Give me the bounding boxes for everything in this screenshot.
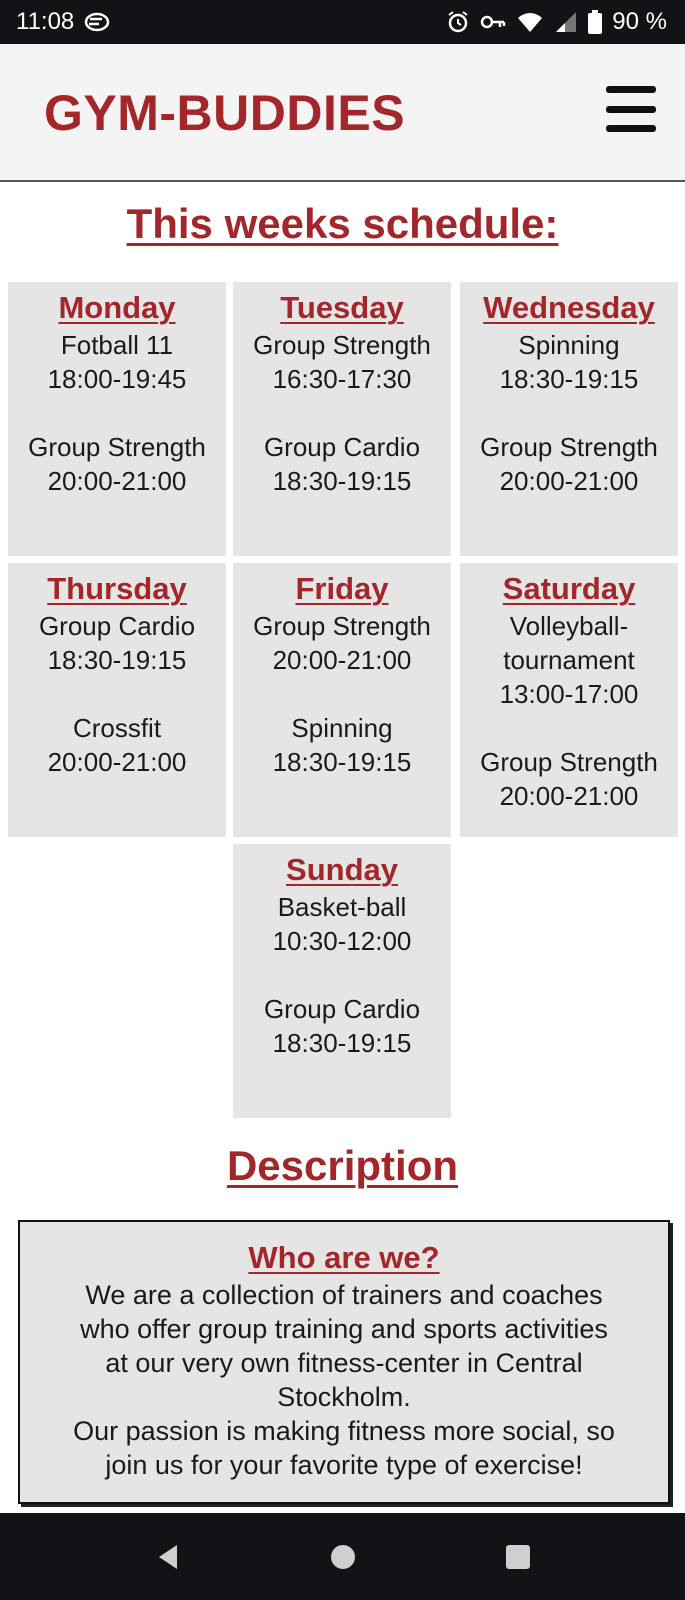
time-text: 18:30-19:15 [272,466,412,496]
day-link[interactable]: Thursday [8,569,226,609]
day-link[interactable]: Monday [8,288,226,328]
cast-icon [84,12,110,32]
time-text: 10:30-12:00 [272,926,412,956]
day-link[interactable]: Saturday [460,569,678,609]
time-text: 13:00-17:00 [499,679,639,709]
time-text: 18:30-19:15 [47,645,187,675]
activity-text: Group Strength [480,747,658,777]
signal-icon [554,11,578,33]
wifi-icon [516,11,544,33]
description-line: We are a collection of trainers and coac… [85,1280,603,1310]
time-text: 20:00-21:00 [499,466,639,496]
time-text: 16:30-17:30 [272,364,412,394]
description-box: Who are we? We are a collection of train… [18,1220,670,1504]
activity-text: Group Cardio [263,432,421,462]
system-nav-bar [0,1513,685,1600]
activity-text: Group Strength [28,432,206,462]
activity-text: Group Strength [480,432,658,462]
day-link[interactable]: Friday [233,569,451,609]
activity-text: tournament [503,645,635,675]
day-card-monday: Monday Fotball 11 18:00-19:45 Group Stre… [8,282,226,556]
day-link[interactable]: Sunday [233,850,451,890]
day-card-thursday: Thursday Group Cardio 18:30-19:15 Crossf… [8,563,226,837]
description-line: at our very own fitness-center in Centra… [105,1348,583,1378]
time-text: 20:00-21:00 [499,781,639,811]
time-text: 20:00-21:00 [47,747,187,777]
site-header: GYM-BUDDIES [0,44,685,182]
time-text: 18:30-19:15 [272,1028,412,1058]
day-card-wednesday: Wednesday Spinning 18:30-19:15 Group Str… [460,282,678,556]
time-text: 18:30-19:15 [272,747,412,777]
hamburger-menu-icon[interactable] [606,86,656,132]
day-card-saturday: Saturday Volleyball- tournament 13:00-17… [460,563,678,837]
activity-text: Basket-ball [277,892,407,922]
description-line: who offer group training and sports acti… [80,1314,608,1344]
activity-text: Group Strength [253,611,431,641]
back-icon[interactable] [148,1537,188,1577]
description-line: Stockholm. [277,1382,411,1412]
description-line: join us for your favorite type of exerci… [105,1450,583,1480]
activity-text: Fotball 11 [60,330,174,360]
day-card-sunday: Sunday Basket-ball 10:30-12:00 Group Car… [233,844,451,1118]
schedule-title: This weeks schedule: [126,200,559,247]
battery-percent: 90 % [612,8,667,35]
time-text: 20:00-21:00 [272,645,412,675]
description-line: Our passion is making fitness more socia… [73,1416,615,1446]
activity-text: Spinning [291,713,393,743]
description-heading: Who are we? [248,1240,440,1275]
day-link[interactable]: Wednesday [460,288,678,328]
activity-text: Spinning [518,330,620,360]
time-text: 20:00-21:00 [47,466,187,496]
activity-text: Volleyball- [509,611,629,641]
day-card-tuesday: Tuesday Group Strength 16:30-17:30 Group… [233,282,451,556]
activity-text: Group Cardio [38,611,196,641]
vpn-key-icon [480,14,506,30]
activity-text: Group Cardio [263,994,421,1024]
time-text: 18:00-19:45 [47,364,187,394]
description-title: Description [226,1142,459,1189]
site-logo[interactable]: GYM-BUDDIES [44,84,405,142]
activity-text: Crossfit [72,713,162,743]
day-card-friday: Friday Group Strength 20:00-21:00 Spinni… [233,563,451,837]
activity-text: Group Strength [253,330,431,360]
recents-icon[interactable] [498,1537,538,1577]
status-time: 11:08 [16,8,75,35]
status-bar: 11:08 90 % [0,0,685,44]
battery-icon [588,10,603,34]
day-link[interactable]: Tuesday [233,288,451,328]
home-icon[interactable] [323,1537,363,1577]
alarm-icon [446,10,470,34]
time-text: 18:30-19:15 [499,364,639,394]
